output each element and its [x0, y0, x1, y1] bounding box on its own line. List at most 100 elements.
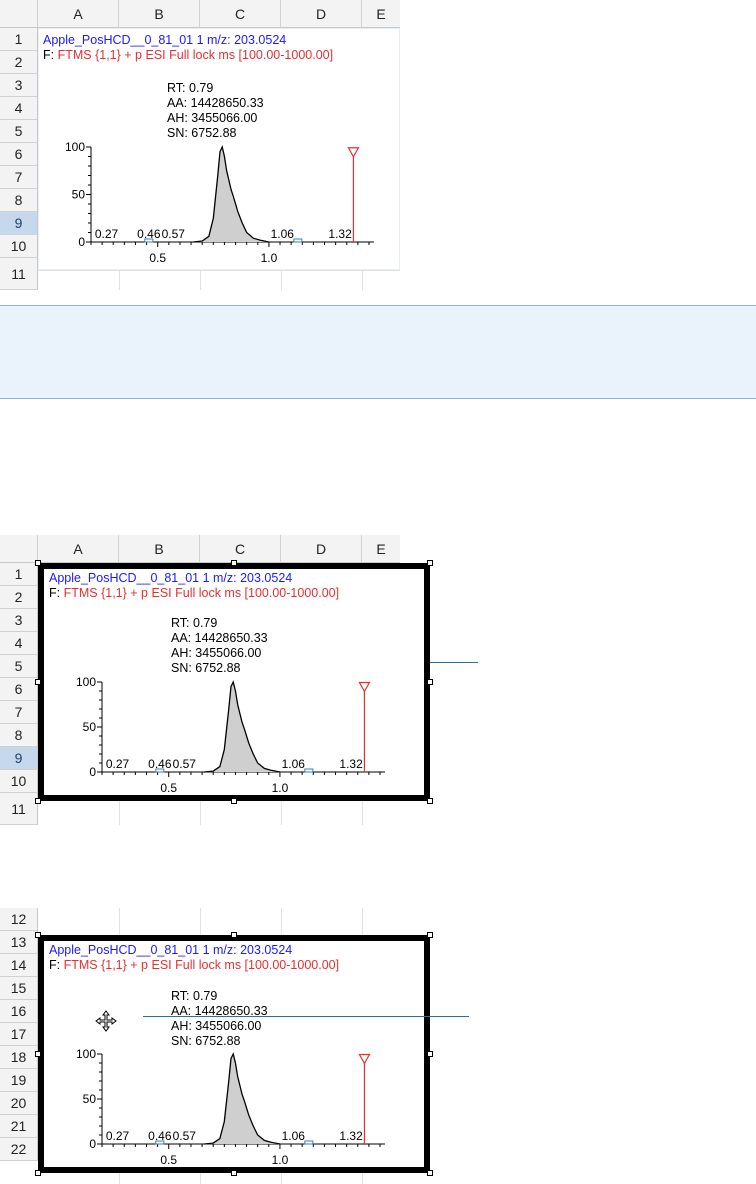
resize-handle-top-right[interactable] — [427, 560, 433, 566]
chromatogram-chart-selected[interactable]: Apple_PosHCD__0_81_01 1 m/z: 203.0524 F:… — [38, 563, 430, 801]
column-header-b[interactable]: B — [119, 0, 200, 28]
row-header[interactable]: 6 — [0, 678, 38, 701]
peak-label: 1.06 — [282, 757, 306, 771]
row-header[interactable]: 16 — [0, 1000, 38, 1023]
y-tick-label: 0 — [89, 765, 96, 779]
row-header[interactable]: 10 — [0, 235, 38, 258]
row-header[interactable]: 8 — [0, 189, 38, 212]
row-header[interactable]: 7 — [0, 701, 38, 724]
peak-label: 0.27 — [95, 227, 119, 241]
row-header[interactable]: 3 — [0, 74, 38, 97]
row-header[interactable]: 15 — [0, 977, 38, 1000]
row-header[interactable]: 2 — [0, 586, 38, 609]
resize-handle-top-left[interactable] — [35, 560, 41, 566]
resize-handle-bottom[interactable] — [231, 798, 237, 804]
corner-cell[interactable] — [0, 535, 38, 563]
row-header[interactable]: 17 — [0, 1023, 38, 1046]
resize-handle-right[interactable] — [427, 1051, 433, 1057]
column-header-b[interactable]: B — [119, 535, 200, 563]
row-header[interactable]: 1 — [0, 28, 38, 51]
row-header[interactable]: 5 — [0, 655, 38, 678]
x-tick-label: 0.5 — [160, 1153, 177, 1167]
row-header[interactable]: 20 — [0, 1092, 38, 1115]
x-tick-label: 1.0 — [272, 1153, 289, 1167]
baseline-marker — [293, 238, 303, 243]
chromatogram-plot: 100 50 0 0.5 1.0 0.27 0.46 0.57 1.06 1.32 — [65, 140, 374, 265]
row-header[interactable]: 14 — [0, 954, 38, 977]
row-header[interactable]: 8 — [0, 724, 38, 747]
row-header[interactable]: 11 — [0, 793, 38, 825]
row-header[interactable]: 5 — [0, 120, 38, 143]
marker-triangle — [358, 681, 371, 693]
chart-filter: F: FTMS {1,1} + p ESI Full lock ms [100.… — [43, 48, 333, 62]
peak-label: 0.46 — [148, 1129, 172, 1143]
row-header[interactable]: 21 — [0, 1115, 38, 1138]
column-header-e[interactable]: E — [362, 535, 400, 563]
row-header[interactable]: 2 — [0, 51, 38, 74]
resize-handle-bottom-left[interactable] — [35, 1170, 41, 1176]
column-header-d[interactable]: D — [281, 535, 362, 563]
peak-label: 1.32 — [339, 757, 363, 771]
column-header-e[interactable]: E — [362, 0, 400, 28]
row-header-selected[interactable]: 9 — [0, 747, 38, 770]
x-tick-label: 0.5 — [160, 781, 177, 795]
filter-prefix: F: — [49, 586, 64, 600]
ah-label: AH: 3455066.00 — [171, 646, 262, 660]
resize-handle-left[interactable] — [35, 679, 41, 685]
row-header[interactable]: 6 — [0, 143, 38, 166]
resize-handle-bottom-right[interactable] — [427, 798, 433, 804]
row-header[interactable]: 13 — [0, 931, 38, 954]
peak-label: 0.57 — [173, 757, 197, 771]
ah-label: AH: 3455066.00 — [167, 111, 258, 125]
y-tick-label: 100 — [76, 1047, 96, 1061]
resize-handle-bottom-left[interactable] — [35, 798, 41, 804]
baseline-marker — [304, 768, 314, 773]
row-header[interactable]: 18 — [0, 1046, 38, 1069]
peak-label: 1.06 — [271, 227, 295, 241]
row-header[interactable]: 4 — [0, 97, 38, 120]
resize-handle-bottom[interactable] — [231, 1170, 237, 1176]
y-tick-label: 100 — [76, 675, 96, 689]
row-header[interactable]: 3 — [0, 609, 38, 632]
corner-cell[interactable] — [0, 0, 38, 28]
column-header-a[interactable]: A — [38, 535, 119, 563]
spreadsheet-panel-1: A B C D E 1 2 3 4 5 6 7 8 9 10 11 Apple_… — [0, 0, 756, 290]
column-header-c[interactable]: C — [200, 0, 281, 28]
resize-handle-top[interactable] — [231, 560, 237, 566]
row-header[interactable]: 10 — [0, 770, 38, 793]
move-cursor-icon — [95, 1010, 117, 1032]
peak-area — [204, 1054, 280, 1144]
peak-label: 0.27 — [106, 757, 130, 771]
chart-title: Apple_PosHCD__0_81_01 1 m/z: 203.0524 — [49, 571, 293, 585]
callout-leader-line — [143, 1016, 469, 1017]
column-header-c[interactable]: C — [200, 535, 281, 563]
row-header-selected[interactable]: 9 — [0, 212, 38, 235]
column-header-d[interactable]: D — [281, 0, 362, 28]
chromatogram-chart-dragging[interactable]: Apple_PosHCD__0_81_01 1 m/z: 203.0524 F:… — [38, 935, 430, 1173]
peak-label: 0.46 — [137, 227, 161, 241]
row-header[interactable]: 4 — [0, 632, 38, 655]
spreadsheet-panel-2: A B C D E 1 2 3 4 5 6 7 8 9 10 11 Apple_… — [0, 535, 756, 825]
spreadsheet-panel-3: 12 13 14 15 16 17 18 19 20 21 22 Apple_P… — [0, 908, 756, 1184]
y-tick-label: 50 — [83, 1092, 97, 1106]
peak-label: 1.32 — [328, 227, 352, 241]
resize-handle-top-right[interactable] — [427, 932, 433, 938]
resize-handle-top[interactable] — [231, 932, 237, 938]
chromatogram-plot: 100 50 0 0.5 1.0 0.27 0.46 0.57 1.06 1.32 — [76, 675, 385, 795]
chart-title: Apple_PosHCD__0_81_01 1 m/z: 203.0524 — [49, 943, 293, 957]
chromatogram-chart[interactable]: Apple_PosHCD__0_81_01 1 m/z: 203.0524 F:… — [38, 28, 400, 270]
row-header[interactable]: 19 — [0, 1069, 38, 1092]
column-header-a[interactable]: A — [38, 0, 119, 28]
row-header[interactable]: 22 — [0, 1138, 38, 1161]
x-tick-label: 1.0 — [261, 251, 278, 265]
resize-handle-bottom-right[interactable] — [427, 1170, 433, 1176]
row-header[interactable]: 12 — [0, 908, 38, 931]
row-header[interactable]: 11 — [0, 258, 38, 290]
row-header[interactable]: 1 — [0, 563, 38, 586]
resize-handle-left[interactable] — [35, 1051, 41, 1057]
resize-handle-right[interactable] — [427, 679, 433, 685]
chart-filter: F: FTMS {1,1} + p ESI Full lock ms [100.… — [49, 586, 339, 600]
row-header[interactable]: 7 — [0, 166, 38, 189]
peak-label: 0.57 — [173, 1129, 197, 1143]
resize-handle-top-left[interactable] — [35, 932, 41, 938]
